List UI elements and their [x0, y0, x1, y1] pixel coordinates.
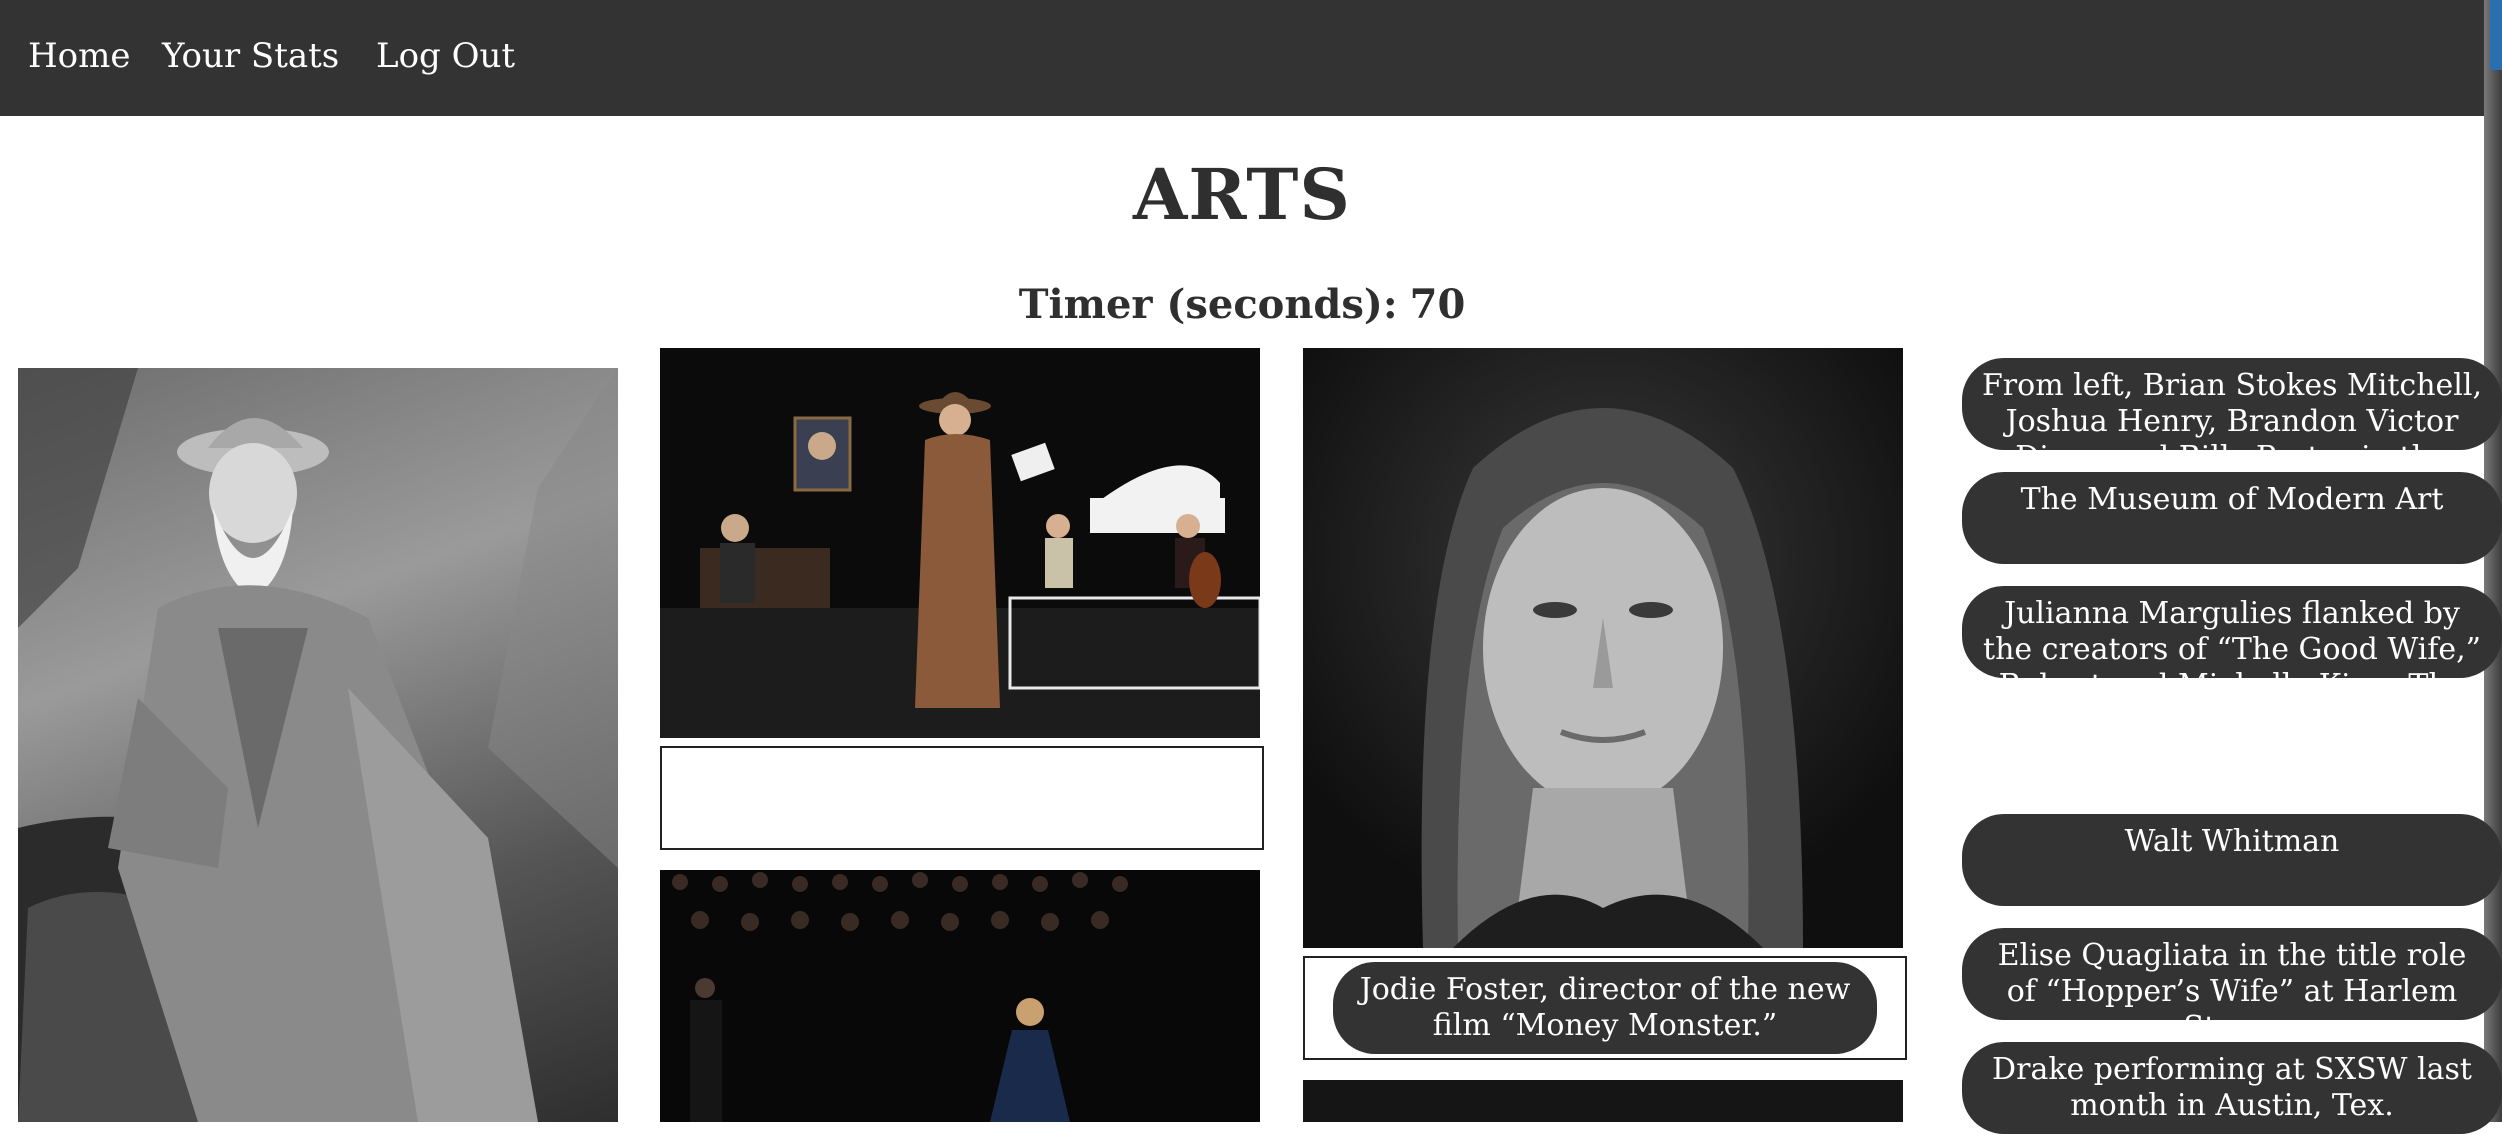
photo-stage-play-image: [660, 392, 1260, 738]
timer-label: Timer (seconds):: [1018, 281, 1398, 328]
timer: Timer (seconds): 70: [0, 275, 2484, 335]
photo-choir-stage[interactable]: [660, 870, 1260, 1122]
nav-log-out-link[interactable]: Log Out: [376, 30, 515, 82]
caption-option-4[interactable]: Walt Whitman: [1962, 814, 2502, 906]
caption-drop-zone-empty[interactable]: [660, 746, 1264, 850]
placed-caption[interactable]: Jodie Foster, director of the new film “…: [1333, 962, 1877, 1054]
photo-dark-partial[interactable]: [1303, 1080, 1903, 1122]
photo-bearded-man-image: [18, 368, 618, 1122]
nav-home-link[interactable]: Home: [28, 30, 130, 82]
caption-option-6[interactable]: Drake performing at SXSW last month in A…: [1962, 1042, 2502, 1134]
photo-stage-play[interactable]: [660, 348, 1260, 738]
nav-your-stats-link[interactable]: Your Stats: [162, 30, 339, 82]
caption-option-5[interactable]: Elise Quagliata in the title role of “Ho…: [1962, 928, 2502, 1020]
timer-value: 70: [1409, 281, 1466, 328]
caption-drop-zone-filled[interactable]: Jodie Foster, director of the new film “…: [1303, 956, 1907, 1060]
photo-bearded-man[interactable]: [18, 368, 618, 1122]
window-edge-accent: [2490, 0, 2502, 70]
caption-option-3[interactable]: Julianna Margulies flanked by the creato…: [1962, 586, 2502, 678]
page-title: ARTS: [1133, 153, 1351, 236]
photo-choir-stage-image: [672, 872, 1128, 1122]
caption-option-1[interactable]: From left, Brian Stokes Mitchell, Joshua…: [1962, 358, 2502, 450]
top-navbar: Home Your Stats Log Out: [0, 0, 2484, 116]
photo-woman-portrait-image: [1421, 408, 1803, 948]
photo-woman-portrait[interactable]: [1303, 348, 1903, 948]
caption-option-2[interactable]: The Museum of Modern Art: [1962, 472, 2502, 564]
